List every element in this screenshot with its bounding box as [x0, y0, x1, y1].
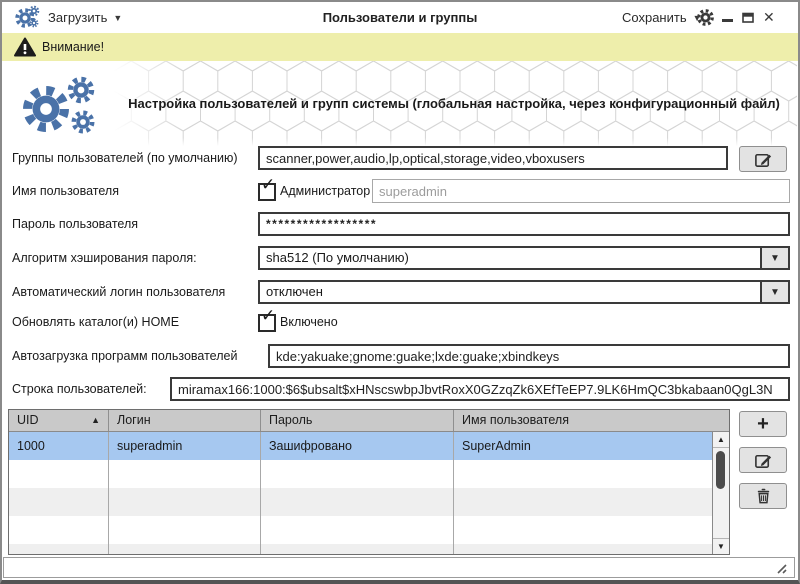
scrollbar-thumb[interactable]: [716, 451, 725, 489]
cell-uid: 1000: [9, 432, 109, 460]
window-controls: ✕: [722, 10, 775, 24]
save-button-label: Сохранить: [622, 10, 687, 25]
gear-icon: [696, 8, 715, 27]
plus-icon: +: [757, 413, 769, 435]
hash-algorithm-label: Алгоритм хэширования пароля:: [12, 251, 197, 265]
update-home-checkbox[interactable]: ✓: [258, 306, 276, 332]
minimize-button[interactable]: [722, 18, 733, 22]
table-row-empty[interactable]: [9, 544, 712, 554]
password-label: Пароль пользователя: [12, 217, 139, 231]
delete-user-button[interactable]: [739, 483, 787, 509]
password-input[interactable]: [258, 212, 790, 236]
resize-grip[interactable]: [772, 559, 788, 575]
hero-section: Настройка пользователей и групп системы …: [2, 61, 798, 146]
table-header-row: UID ▲ Логин Пароль Имя пользователя: [9, 410, 729, 432]
table-row-selected[interactable]: 1000 superadmin Зашифровано SuperAdmin: [9, 432, 712, 460]
toolbar: Загрузить ▼ Пользователи и группы Сохран…: [2, 2, 798, 34]
column-header-name[interactable]: Имя пользователя: [454, 410, 729, 431]
status-bar: [3, 557, 795, 578]
autostart-input[interactable]: [268, 344, 790, 368]
dropdown-button[interactable]: ▼: [760, 248, 788, 268]
app-window: Загрузить ▼ Пользователи и группы Сохран…: [0, 0, 800, 584]
scroll-up-button[interactable]: ▲: [713, 432, 729, 448]
autologin-select[interactable]: отключен ▼: [258, 280, 790, 304]
groups-label: Группы пользователей (по умолчанию): [12, 151, 238, 165]
sort-asc-icon: ▲: [91, 415, 100, 425]
edit-icon: [754, 150, 773, 169]
dropdown-button[interactable]: ▼: [760, 282, 788, 302]
settings-button[interactable]: [696, 8, 715, 27]
warning-text: Внимание!: [42, 40, 105, 54]
hash-algorithm-value: sha512 (По умолчанию): [266, 250, 409, 265]
users-table: UID ▲ Логин Пароль Имя пользователя 1000…: [8, 409, 730, 555]
trash-icon: [754, 487, 773, 506]
column-header-login[interactable]: Логин: [109, 410, 261, 431]
column-header-password[interactable]: Пароль: [261, 410, 454, 431]
warning-icon: [14, 37, 36, 57]
table-row-empty[interactable]: [9, 516, 712, 544]
autologin-label: Автоматический логин пользователя: [12, 285, 226, 299]
cell-name: SuperAdmin: [462, 439, 531, 453]
hash-algorithm-select[interactable]: sha512 (По умолчанию) ▼: [258, 246, 790, 270]
hero-gears-icon: [18, 75, 110, 137]
username-label: Имя пользователя: [12, 184, 119, 198]
autologin-value: отключен: [266, 284, 323, 299]
chevron-down-icon: ▼: [770, 286, 780, 298]
hero-title: Настройка пользователей и групп системы …: [128, 96, 780, 111]
close-button[interactable]: ✕: [763, 10, 775, 24]
add-user-button[interactable]: +: [739, 411, 787, 437]
edit-groups-button[interactable]: [739, 146, 787, 172]
scroll-down-button[interactable]: ▼: [713, 538, 729, 554]
cell-login: superadmin: [109, 432, 261, 460]
table-row-empty[interactable]: [9, 488, 712, 516]
edit-user-button[interactable]: [739, 447, 787, 473]
admin-checkbox-label: Администратор: [280, 184, 371, 198]
maximize-button[interactable]: [742, 12, 754, 23]
users-string-input[interactable]: [170, 377, 790, 401]
username-input[interactable]: [372, 179, 790, 203]
admin-checkbox[interactable]: ✓: [258, 175, 276, 201]
checkmark-icon: ✓: [261, 175, 276, 194]
column-header-uid[interactable]: UID ▲: [9, 410, 109, 431]
warning-bar: Внимание!: [2, 33, 798, 62]
checkmark-icon: ✓: [261, 306, 276, 325]
save-button[interactable]: Сохранить ▼: [622, 2, 702, 33]
autostart-label: Автозагрузка программ пользователей: [12, 349, 238, 363]
table-scrollbar[interactable]: ▲ ▼: [712, 432, 729, 554]
users-string-label: Строка пользователей:: [12, 382, 147, 396]
update-home-label: Обновлять каталог(и) HOME: [12, 315, 180, 329]
table-row-empty[interactable]: [9, 460, 712, 488]
groups-input[interactable]: [258, 146, 728, 170]
edit-icon: [754, 451, 773, 470]
cell-password: Зашифровано: [261, 432, 454, 460]
maximize-icon: [742, 12, 754, 23]
chevron-down-icon: ▼: [770, 252, 780, 264]
update-home-checkbox-label: Включено: [280, 315, 338, 329]
